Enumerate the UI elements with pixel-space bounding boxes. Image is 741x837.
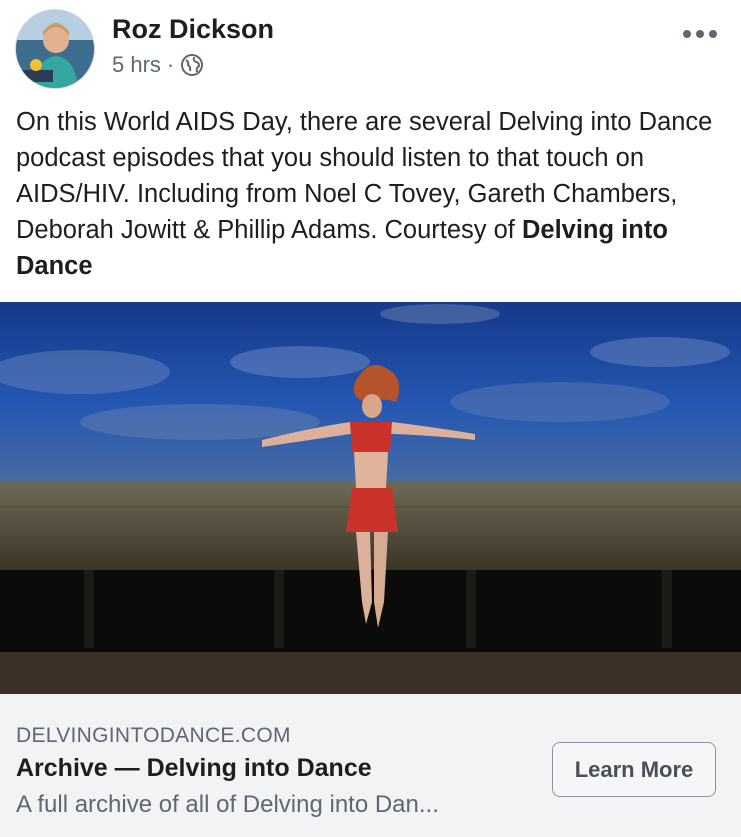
meta-separator: · [166, 52, 175, 77]
post-header: Roz Dickson 5 hrs · [0, 0, 741, 100]
dot [709, 30, 717, 38]
learn-more-button[interactable]: Learn More [552, 742, 716, 797]
dot [696, 30, 704, 38]
dot [683, 30, 691, 38]
link-domain: DELVINGINTODANCE.COM [16, 724, 291, 747]
globe-icon[interactable] [180, 53, 204, 77]
link-preview-image[interactable] [0, 302, 741, 694]
avatar[interactable] [15, 9, 95, 89]
post-time[interactable]: 5 hrs [112, 52, 161, 78]
link-title[interactable]: Archive — Delving into Dance [16, 754, 372, 783]
more-options-button[interactable] [683, 27, 717, 41]
link-description: A full archive of all of Delving into Da… [16, 791, 439, 818]
post-meta: 5 hrs · [112, 52, 204, 78]
post-text: On this World AIDS Day, there are severa… [16, 104, 731, 284]
author-name[interactable]: Roz Dickson [112, 14, 274, 45]
